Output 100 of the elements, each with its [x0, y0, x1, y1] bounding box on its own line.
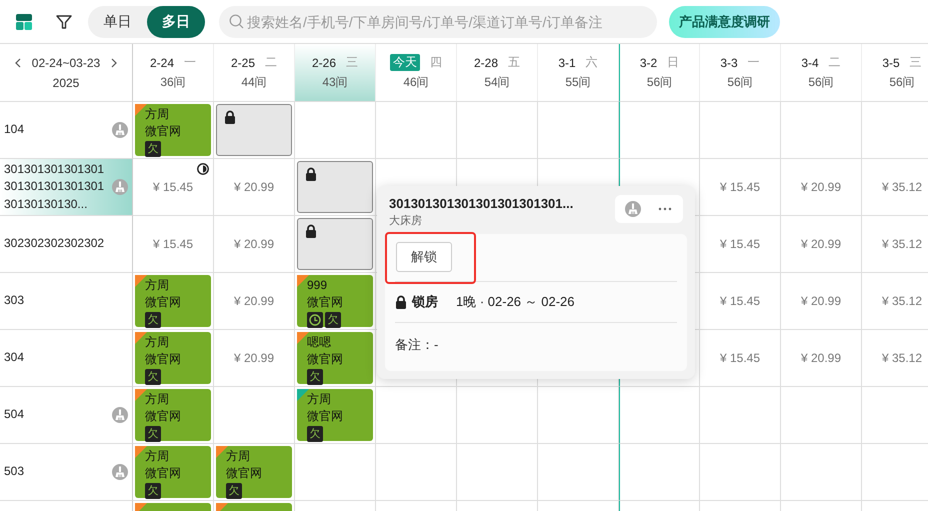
price-label: ¥ 20.99 [234, 294, 274, 308]
date-label: 2-25 [230, 56, 256, 70]
channel-name: 微官网 [145, 294, 182, 311]
room-count: 56间 [727, 74, 753, 91]
price-label: ¥ 15.45 [152, 180, 194, 194]
price-label: ¥ 20.99 [800, 237, 842, 251]
guest-name: 999 [307, 277, 328, 294]
date-label: 2-24 [150, 56, 174, 70]
price-label: ¥ 15.45 [720, 180, 760, 194]
search-field[interactable]: 搜索姓名/手机号/下单房间号/订单号/渠道订单号/订单备注 [219, 6, 657, 38]
room-count: 36间 [160, 74, 186, 91]
room-count: 43间 [322, 74, 348, 91]
price-label: ¥ 20.99 [234, 351, 274, 365]
channel-name: 微官网 [226, 465, 263, 482]
lock-status: 锁房 [412, 293, 438, 311]
guest-name: 嗯嗯 [307, 334, 332, 351]
debt-tag: 欠 [145, 426, 161, 442]
date-label: 2-28 [474, 56, 498, 70]
debt-tag: 欠 [307, 426, 323, 442]
weekday-label: 三 [346, 54, 358, 71]
price-label: ¥ 35.12 [882, 180, 922, 194]
room-count: 55间 [565, 74, 591, 91]
weekday-label: 三 [910, 54, 922, 71]
guest-name: 方周 [145, 391, 170, 408]
view-mode-tab[interactable]: 单日 [88, 6, 146, 38]
debt-tag: 欠 [226, 483, 242, 499]
booking-block[interactable]: 方周 微官网 欠 [135, 332, 211, 384]
channel-name: 微官网 [145, 465, 182, 482]
view-mode-tab[interactable]: 多日 [146, 6, 205, 38]
date-header[interactable]: 3-1 六 55间 [538, 44, 619, 101]
price-label: ¥ 35.12 [882, 294, 922, 308]
channel-name: 微官网 [145, 351, 182, 368]
price-label: ¥ 20.99 [800, 180, 842, 194]
unlock-button[interactable]: 解锁 [396, 242, 452, 272]
today-badge: 今天 [390, 54, 420, 71]
booking-block[interactable]: 方周 微官网 欠 [135, 446, 211, 498]
guest-name: 方周 [145, 448, 170, 465]
debt-tag: 欠 [307, 369, 323, 385]
price-label: ¥ 15.45 [720, 294, 760, 308]
room-number: 504 [4, 406, 24, 424]
room-title: 301301301301301301301301... [389, 196, 574, 211]
guest-name: 方周 [145, 334, 170, 351]
date-header[interactable]: 今天 四 46间 [376, 44, 457, 101]
guest-name: 方周 [145, 106, 170, 123]
room-number: 30130130130130130130130130130130130130130... [4, 160, 105, 213]
weekday-label: 六 [586, 54, 598, 71]
price-label: ¥ 15.45 [720, 351, 760, 365]
booking-block[interactable]: 方周 微官网 欠 [135, 389, 211, 441]
lock-period: 1晚 · 02-26 ～ 02-26 [456, 293, 575, 311]
channel-name: 微官网 [145, 123, 182, 140]
room-number: 503 [4, 463, 24, 480]
booking-block[interactable]: 嗯嗯 微官网 欠 [297, 332, 373, 384]
price-label: ¥ 35.12 [882, 237, 922, 251]
room-count: 44间 [241, 74, 267, 91]
guest-name: 方周 [226, 448, 251, 465]
weekday-label: 四 [430, 54, 442, 71]
room-number: 304 [4, 349, 24, 366]
debt-tag: 欠 [325, 312, 341, 328]
survey-button[interactable]: 产品满意度调研 [669, 6, 780, 38]
room-count: 56间 [889, 74, 915, 91]
date-header[interactable]: 2-26 三 43间 [295, 44, 376, 101]
price-label: ¥ 20.99 [800, 294, 842, 308]
weekday-label: 五 [508, 54, 520, 71]
channel-name: 微官网 [307, 294, 344, 311]
price-label: ¥ 15.45 [720, 237, 760, 251]
guest-name: 方周 [145, 277, 170, 294]
booking-block[interactable]: 999 微官网 欠 [297, 275, 373, 327]
date-header[interactable]: 2-24 一 36间 [133, 44, 214, 101]
channel-name: 微官网 [145, 408, 182, 425]
booking-block[interactable]: 方周 微官网 欠 [297, 389, 373, 441]
date-label: 2-26 [312, 56, 336, 70]
date-label: 3-2 [640, 56, 658, 70]
price-label: ¥ 35.12 [882, 351, 922, 365]
debt-tag: 欠 [145, 141, 161, 157]
weekday-label: 二 [265, 54, 278, 71]
year-label: 2025 [52, 76, 80, 90]
debt-tag: 欠 [145, 369, 161, 385]
room-number: 302302302302302 [4, 235, 104, 252]
room-number: 303 [4, 292, 24, 310]
debt-tag: 欠 [145, 483, 161, 499]
price-label: ¥ 15.45 [152, 237, 194, 251]
room-count: 56间 [808, 74, 834, 91]
date-label: 3-4 [801, 56, 819, 70]
date-header[interactable]: 3-2 日 56间 [619, 44, 700, 101]
booking-block[interactable]: 方周 微官网 欠 [135, 275, 211, 327]
date-header[interactable]: 2-28 五 54间 [457, 44, 538, 101]
date-label: 3-1 [558, 56, 576, 70]
price-label: ¥ 20.99 [234, 180, 274, 194]
booking-block[interactable]: 方周 微官网 欠 [216, 446, 292, 498]
room-number: 104 [4, 121, 24, 138]
note-text: 备注：- [395, 336, 440, 354]
booking-block[interactable]: 方周 微官网 欠 [135, 104, 211, 156]
channel-name: 微官网 [307, 351, 344, 368]
date-header[interactable]: 3-4 二 56间 [781, 44, 862, 101]
debt-tag: 欠 [145, 312, 161, 328]
date-header[interactable]: 3-3 一 56间 [700, 44, 781, 101]
date-label: 3-3 [720, 56, 738, 70]
date-header[interactable]: 3-5 三 56间 [862, 44, 928, 101]
price-label: ¥ 20.99 [800, 351, 842, 365]
weekday-label: 二 [828, 54, 841, 71]
